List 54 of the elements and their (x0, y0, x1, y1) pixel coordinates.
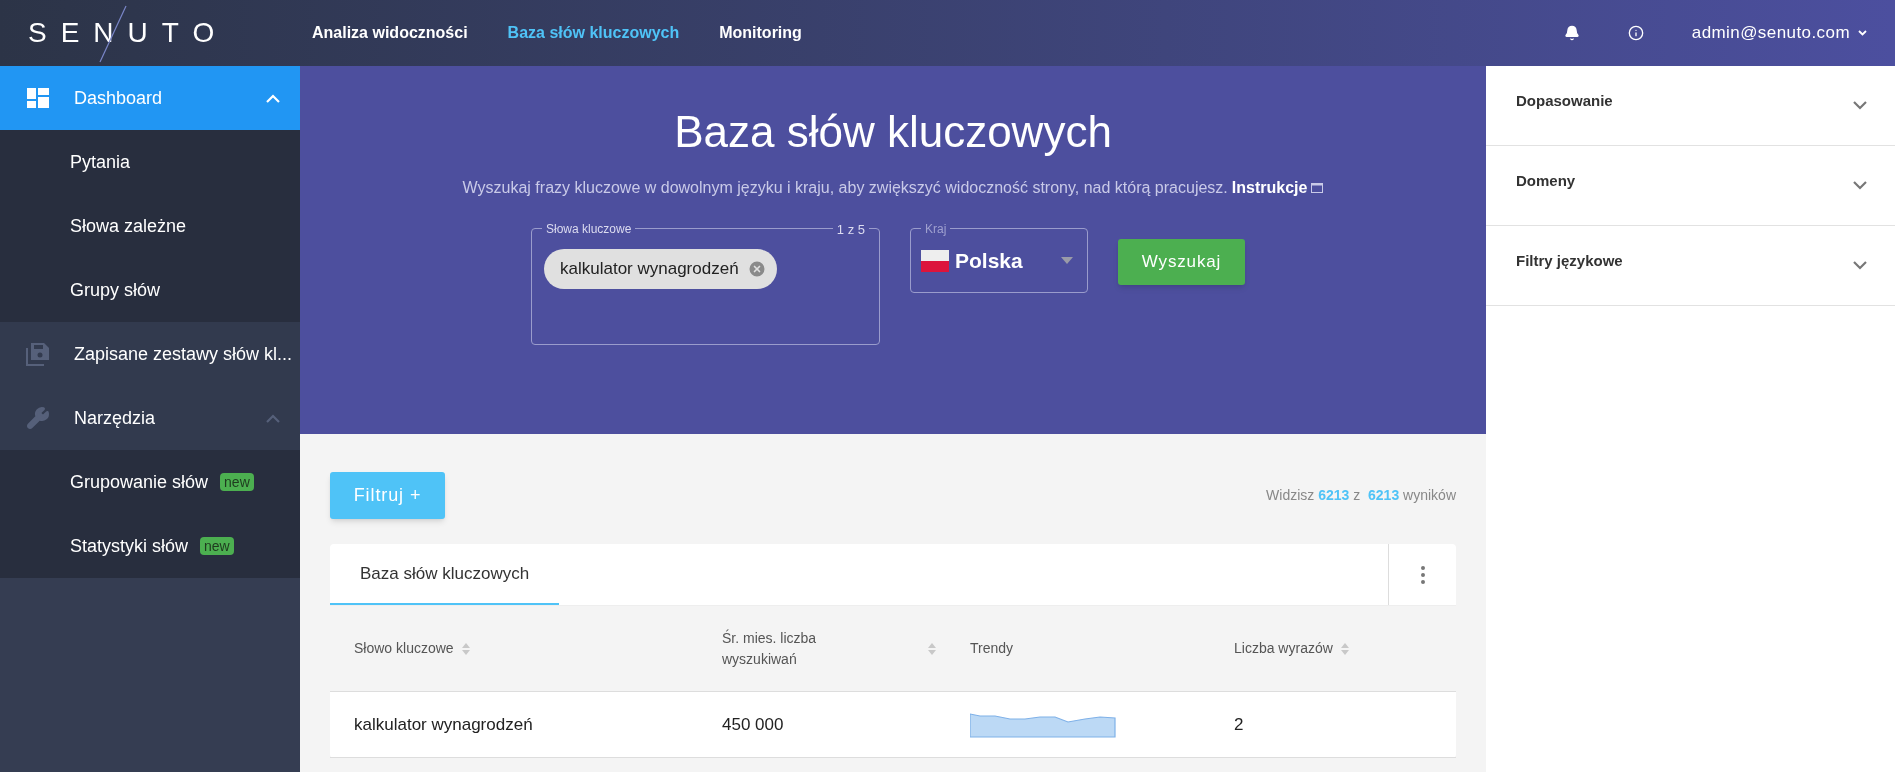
dashboard-icon (27, 88, 49, 108)
filter-section-header[interactable]: Filtry językowe (1486, 226, 1895, 306)
sidebar-subitem[interactable]: Statystyki słów new (0, 514, 300, 578)
save-icon (26, 342, 50, 366)
filter-section-title: Filtry językowe (1516, 251, 1623, 272)
new-badge: new (220, 473, 254, 491)
sort-icon[interactable] (928, 642, 936, 655)
filter-section-title: Dopasowanie (1516, 91, 1613, 112)
nav-tab[interactable]: Monitoring (719, 21, 802, 45)
dropdown-caret-icon (1061, 257, 1073, 264)
country-value: Polska (955, 247, 1023, 274)
sidebar-item-label: Narzędzia (74, 406, 156, 430)
sort-icon[interactable] (461, 642, 470, 655)
new-badge: new (200, 537, 234, 555)
window-icon (1311, 183, 1324, 193)
instructions-link[interactable]: Instrukcje (1231, 176, 1308, 200)
sidebar-item-label: Zapisane zestawy słów kl... (74, 342, 293, 366)
subitem-label: Grupowanie słów (70, 470, 209, 494)
flag-icon (921, 249, 949, 272)
table-cell-text: 2 (1234, 713, 1245, 736)
column-header[interactable]: Trendy (970, 638, 1014, 659)
sidebar-item-label: Dashboard (74, 86, 163, 110)
sidebar-subitem[interactable]: Pytania (0, 130, 300, 194)
sidebar-item[interactable]: Narzędzia (0, 386, 300, 450)
subitem-label: Pytania (70, 150, 131, 174)
sidebar-subitem[interactable]: Grupy słów (0, 258, 300, 322)
results-count: Widzisz 6213 z 6213 wyników (1266, 486, 1456, 505)
table-cell-text: 450 000 (722, 713, 785, 736)
info-icon[interactable] (1627, 25, 1644, 41)
sort-icon[interactable] (1340, 642, 1349, 655)
remove-chip-icon[interactable] (746, 259, 767, 279)
table-cell-text: kalkulator wynagrodzeń (353, 713, 534, 736)
column-header[interactable]: Słowo kluczowe (354, 638, 454, 659)
user-menu[interactable]: admin@senuto.com (1691, 20, 1867, 46)
nav-tab[interactable]: Baza słów kluczowych (507, 21, 680, 45)
sidebar-subitem[interactable]: Słowa zależne (0, 194, 300, 258)
subitem-label: Słowa zależne (70, 214, 187, 238)
subitem-label: Grupy słów (70, 278, 161, 302)
filter-section-header[interactable]: Dopasowanie (1486, 66, 1895, 146)
sidebar-item[interactable]: Zapisane zestawy słów kl... (0, 322, 300, 386)
filter-section-title: Domeny (1516, 171, 1576, 192)
column-header[interactable]: Śr. mies. liczba wyszukiwań (722, 627, 832, 670)
keyword-chip[interactable]: kalkulator wynagrodzeń (544, 249, 777, 289)
logo[interactable]: SENUTO (28, 12, 229, 54)
column-header[interactable]: Liczba wyrazów (1234, 638, 1333, 659)
subtitle-text: Wyszukaj frazy kluczowe w dowolnym języku i kraju, aby zwiększyć widoczność strony, nad którą pracujesz. (462, 178, 1228, 198)
caret-icon (1858, 30, 1867, 36)
wrench-icon (26, 406, 50, 430)
sidebar-subitem[interactable]: Grupowanie słów new (0, 450, 300, 514)
page-title: Baza słów kluczowych (674, 106, 1112, 158)
subitem-label: Statystyki słów (70, 534, 189, 558)
nav-tab[interactable]: Analiza widoczności (312, 21, 468, 45)
bell-icon[interactable] (1563, 25, 1580, 41)
filter-section-header[interactable]: Domeny (1486, 146, 1895, 226)
